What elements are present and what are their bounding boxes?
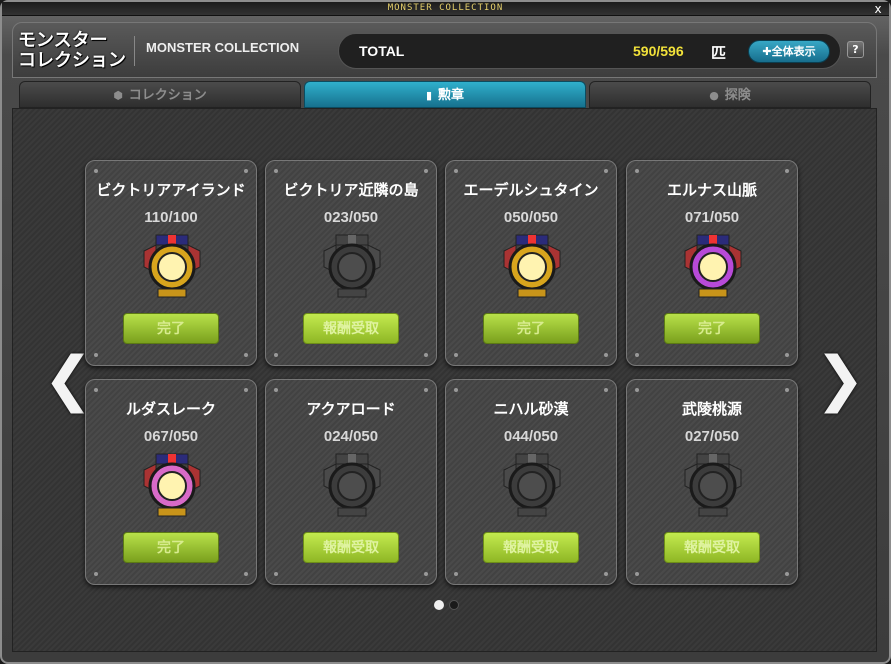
page-dot-1[interactable] [434, 600, 444, 610]
logo-divider [134, 36, 135, 66]
card-region-name: ビクトリア近隣の島 [283, 182, 419, 199]
medal-card: 武陵桃源 027/050 報酬受取 [626, 379, 798, 585]
next-page-arrow[interactable]: ❯ [815, 348, 865, 414]
claim-reward-button[interactable]: 報酬受取 [664, 532, 760, 563]
card-progress: 067/050 [143, 428, 199, 445]
card-progress: 024/050 [323, 428, 379, 445]
bookmark-icon: ▮ [425, 89, 433, 102]
claim-reward-button[interactable]: 報酬受取 [303, 313, 399, 344]
total-count: 590/596 [633, 43, 684, 59]
total-unit: 匹 [711, 44, 727, 62]
logo: モンスター コレクション [18, 30, 128, 70]
page-indicator [434, 600, 464, 612]
tab-medals[interactable]: ▮ 勲章 [304, 81, 586, 108]
help-button[interactable]: ? [847, 41, 864, 58]
title-bar: MONSTER COLLECTION x [2, 2, 889, 16]
claim-reward-button[interactable]: 報酬受取 [483, 532, 579, 563]
card-progress: 050/050 [503, 209, 559, 226]
medal-card: エルナス山脈 071/050 完了 [626, 160, 798, 366]
logo-line-1: モンスター [18, 30, 108, 50]
close-button[interactable]: x [871, 3, 885, 15]
card-region-name: エーデルシュタイン [463, 182, 599, 199]
snowflake-medal-icon [684, 234, 742, 298]
medal-card: ニハル砂漠 044/050 報酬受取 [445, 379, 617, 585]
complete-button[interactable]: 完了 [664, 313, 760, 344]
plus-icon: ✚ [762, 45, 772, 58]
show-all-button[interactable]: ✚全体表示 [748, 40, 830, 63]
card-region-name: アクアロード [306, 401, 396, 418]
card-progress: 071/050 [684, 209, 740, 226]
card-progress: 044/050 [503, 428, 559, 445]
medal-card: ルダスレーク 067/050 完了 [85, 379, 257, 585]
card-progress: 027/050 [684, 428, 740, 445]
complete-button[interactable]: 完了 [483, 313, 579, 344]
victoria-medal-icon [143, 234, 201, 298]
tab-explore[interactable]: ● 探険 [589, 81, 871, 108]
total-label: TOTAL [359, 43, 405, 59]
anchor-medal-icon [323, 234, 381, 298]
mulung-medal-icon [684, 453, 742, 517]
card-region-name: ビクトリアアイランド [96, 182, 246, 199]
prev-page-arrow[interactable]: ❮ [43, 348, 93, 414]
edelstein-medal-icon [503, 234, 561, 298]
ludus-medal-icon [143, 453, 201, 517]
map-pin-icon: ● [709, 89, 719, 102]
card-progress: 023/050 [323, 209, 379, 226]
logo-line-2: コレクション [18, 50, 126, 70]
page-dot-2[interactable] [449, 600, 459, 610]
complete-button[interactable]: 完了 [123, 532, 219, 563]
card-progress: 110/100 [144, 209, 198, 226]
card-region-name: エルナス山脈 [666, 182, 757, 199]
medal-card: エーデルシュタイン 050/050 完了 [445, 160, 617, 366]
window-title: MONSTER COLLECTION [387, 3, 504, 13]
tab-collection[interactable]: ⬢ コレクション [19, 81, 301, 108]
total-box: TOTAL 590/596 匹 ✚全体表示 [338, 33, 841, 69]
cube-icon: ⬢ [113, 89, 123, 102]
card-region-name: ルダスレーク [125, 401, 216, 418]
claim-reward-button[interactable]: 報酬受取 [303, 532, 399, 563]
medal-card: ビクトリア近隣の島 023/050 報酬受取 [265, 160, 437, 366]
card-region-name: 武陵桃源 [681, 401, 742, 418]
complete-button[interactable]: 完了 [123, 313, 219, 344]
aqua-medal-icon [323, 453, 381, 517]
page-subtitle: MONSTER COLLECTION [146, 40, 300, 55]
medal-card: アクアロード 024/050 報酬受取 [265, 379, 437, 585]
desert-medal-icon [503, 453, 561, 517]
medal-card: ビクトリアアイランド 110/100 完了 [85, 160, 257, 366]
card-region-name: ニハル砂漠 [493, 401, 569, 418]
